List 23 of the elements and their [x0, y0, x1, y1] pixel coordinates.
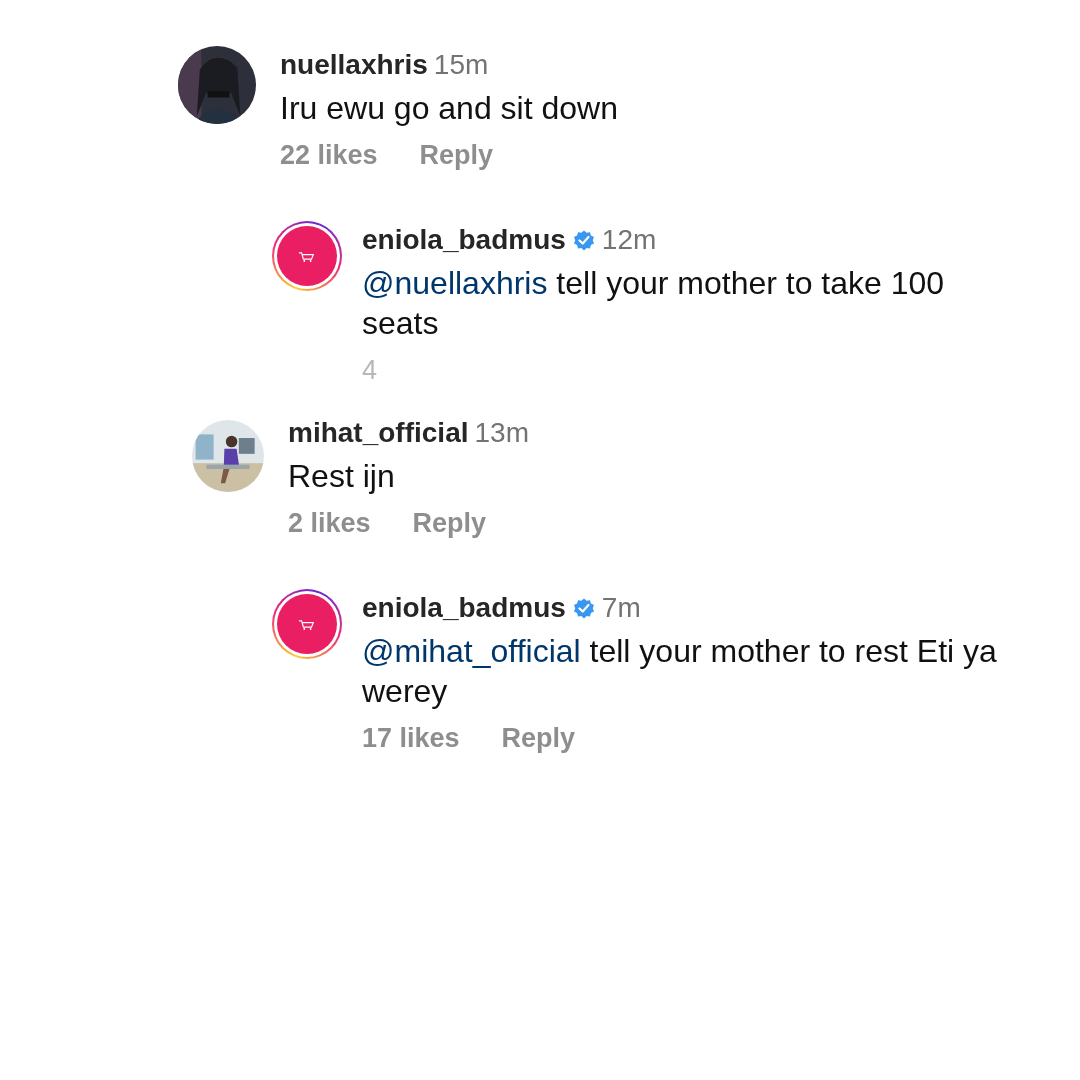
timestamp: 13m	[474, 416, 529, 450]
cart-icon	[298, 618, 316, 630]
timestamp: 12m	[601, 223, 657, 257]
reply-link[interactable]: Reply	[412, 508, 487, 539]
username[interactable]: eniola_badmus	[362, 223, 566, 257]
cart-icon	[298, 250, 316, 262]
like-count[interactable]: 4	[362, 355, 378, 386]
mention-link[interactable]: @nuellaxhris	[362, 265, 548, 301]
comment-text: Rest ijn	[288, 457, 396, 496]
reply-link[interactable]: Reply	[419, 140, 494, 171]
comment-text: Iru ewu go and sit down	[280, 89, 618, 128]
timestamp: 7m	[601, 591, 641, 625]
username[interactable]: nuellaxhris	[280, 48, 428, 82]
username[interactable]: eniola_badmus	[362, 591, 566, 625]
reply-link[interactable]: Reply	[501, 723, 576, 754]
timestamp: 15m	[433, 48, 489, 82]
like-count[interactable]: 17 likes	[362, 723, 460, 754]
like-count[interactable]: 2 likes	[288, 508, 371, 539]
mention-link[interactable]: @mihat_official	[362, 633, 581, 669]
like-count[interactable]: 22 likes	[280, 140, 378, 171]
username[interactable]: mihat_official	[288, 416, 469, 450]
comment-text: @nuellaxhris tell your mother to take 100 seats	[362, 264, 946, 343]
comment-text: @mihat_official tell your mother to rest Eti ya werey	[362, 632, 998, 711]
